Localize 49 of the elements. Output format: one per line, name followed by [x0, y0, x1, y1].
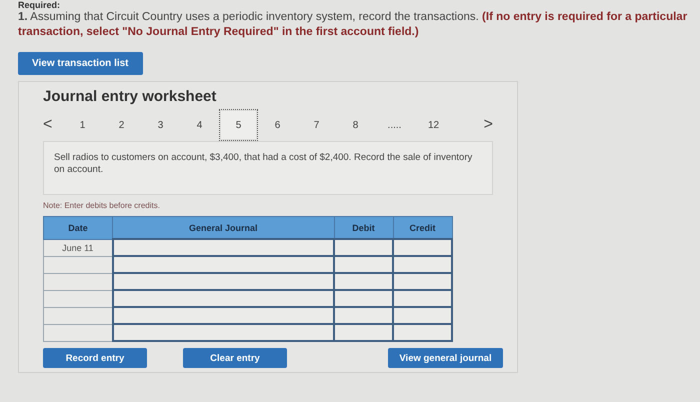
page-tab[interactable]: .....	[375, 109, 414, 141]
page-tab[interactable]: 2	[102, 109, 141, 141]
date-cell	[44, 273, 112, 290]
debit-input-field[interactable]	[334, 256, 393, 273]
credit-input-field[interactable]	[393, 307, 452, 324]
column-header: Debit	[334, 216, 393, 239]
account-input-field[interactable]	[112, 307, 334, 324]
account-input-field[interactable]	[112, 324, 334, 341]
transaction-description: Sell radios to customers on account, $3,400, that had a cost of $2,400. Record the sale of inventory on account.	[43, 141, 493, 195]
page-tab[interactable]: 5	[219, 109, 258, 141]
page-tab[interactable]: 6	[258, 109, 297, 141]
credit-input-field[interactable]	[393, 239, 452, 256]
credit-input-field[interactable]	[393, 273, 452, 290]
debit-input-field[interactable]	[334, 307, 393, 324]
question-text: 1. Assuming that Circuit Country uses a periodic inventory system, record the transactions. (If no entry is required for a particular transaction, select "No Journal Entry Required" in the first account field.)	[18, 10, 688, 40]
account-input-field[interactable]	[112, 273, 334, 290]
credit-input-field[interactable]	[393, 256, 452, 273]
action-button[interactable]: Record entry	[43, 348, 147, 368]
date-cell	[44, 256, 112, 273]
action-button[interactable]: View general journal	[388, 348, 503, 368]
previous-button[interactable]: <	[43, 109, 63, 141]
date-cell: June 11	[44, 239, 112, 256]
date-cell	[44, 324, 112, 341]
page-tab[interactable]: 12	[414, 109, 453, 141]
page-tab[interactable]: 8	[336, 109, 375, 141]
account-input-field[interactable]	[112, 256, 334, 273]
account-input-field[interactable]	[112, 290, 334, 307]
worksheet-title: Journal entry worksheet	[43, 88, 218, 105]
debit-input-field[interactable]	[334, 273, 393, 290]
action-button[interactable]: Clear entry	[183, 348, 287, 368]
page-tab[interactable]: 3	[141, 109, 180, 141]
column-header: Credit	[393, 216, 452, 239]
next-button[interactable]: >	[473, 109, 493, 141]
account-input-field[interactable]	[112, 239, 334, 256]
page-tab[interactable]: 4	[180, 109, 219, 141]
page-tab[interactable]: 7	[297, 109, 336, 141]
view-transaction-list-button[interactable]: View transaction list	[18, 52, 143, 75]
heading: Required:	[18, 0, 62, 10]
credit-input-field[interactable]	[393, 324, 452, 341]
debit-input-field[interactable]	[334, 324, 393, 341]
note-text: Note: Enter debits before credits.	[43, 201, 161, 210]
page-tab[interactable]: 1	[63, 109, 102, 141]
column-header: General Journal	[112, 216, 334, 239]
date-cell	[44, 290, 112, 307]
column-header: Date	[44, 216, 112, 239]
date-cell	[44, 307, 112, 324]
credit-input-field[interactable]	[393, 290, 452, 307]
debit-input-field[interactable]	[334, 239, 393, 256]
debit-input-field[interactable]	[334, 290, 393, 307]
